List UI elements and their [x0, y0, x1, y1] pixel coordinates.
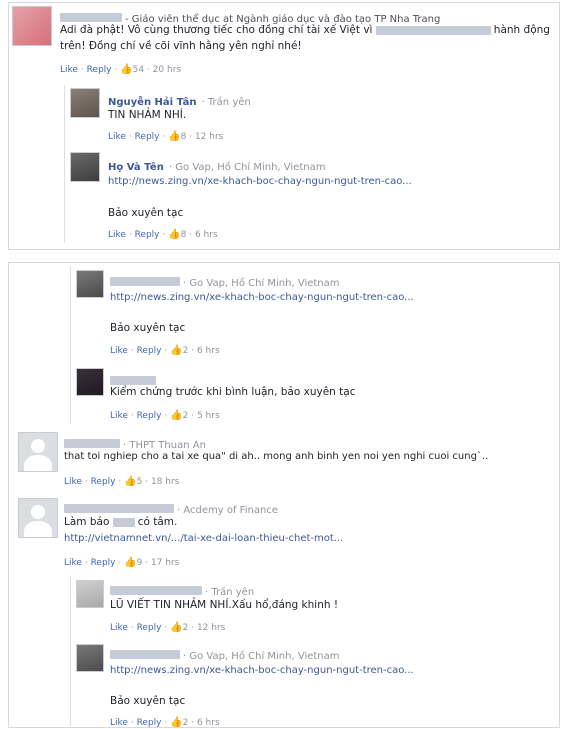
- thread-line: [70, 266, 71, 424]
- like-count: 2: [182, 346, 189, 356]
- reply-button[interactable]: Reply: [91, 558, 116, 568]
- reply-button[interactable]: Reply: [137, 411, 162, 421]
- article-link[interactable]: http://news.zing.vn/xe-khach-boc-chay-ng…: [108, 176, 412, 187]
- avatar[interactable]: [18, 498, 58, 538]
- thread-line: [70, 576, 71, 726]
- comment-text: Adi đà phật! Vô cùng thương tiếc cho đồn…: [60, 24, 373, 36]
- timestamp: 5 hrs: [196, 411, 220, 421]
- reply-button[interactable]: Reply: [137, 623, 162, 633]
- reply-button[interactable]: Reply: [135, 132, 160, 142]
- commenter-meta: · Go Vap, Hồ Chí Minh, Vietnam: [183, 278, 340, 289]
- thread-line: [64, 85, 65, 243]
- like-count: 2: [182, 411, 189, 421]
- blurred-name: [64, 504, 174, 513]
- avatar[interactable]: [18, 432, 58, 472]
- avatar[interactable]: [76, 270, 104, 298]
- avatar[interactable]: [12, 6, 52, 46]
- avatar[interactable]: [70, 88, 100, 118]
- avatar[interactable]: [76, 580, 104, 608]
- thumbs-up-icon: 👍: [170, 410, 183, 421]
- commenter-meta: · Go Vap, Hồ Chí Minh, Vietnam: [168, 162, 326, 173]
- thumbs-up-icon: 👍: [124, 476, 137, 487]
- like-count: 8: [180, 132, 187, 142]
- timestamp: 6 hrs: [196, 346, 220, 356]
- thumbs-up-icon: 👍: [170, 622, 183, 633]
- comment-text: trên! Đồng chí về cõi vĩnh hằng yên nghỉ…: [60, 40, 302, 52]
- comment-text: Làm báo: [64, 516, 110, 528]
- timestamp: 6 hrs: [196, 718, 220, 728]
- like-count: 2: [182, 623, 189, 633]
- timestamp: 17 hrs: [150, 558, 180, 568]
- comment-text: có tâm.: [137, 516, 178, 528]
- comment-text: hành động: [493, 24, 550, 36]
- timestamp: 18 hrs: [150, 477, 180, 487]
- thumbs-up-icon: 👍: [124, 557, 137, 568]
- blurred-name: [60, 13, 122, 22]
- like-button[interactable]: Like: [110, 346, 128, 356]
- like-count: 54: [132, 65, 145, 75]
- reply-button[interactable]: Reply: [137, 718, 162, 728]
- like-count: 8: [180, 230, 187, 240]
- like-button[interactable]: Like: [64, 477, 82, 487]
- blurred-name: [110, 650, 180, 659]
- article-link[interactable]: http://vietnamnet.vn/.../tai-xe-dai-loan…: [64, 533, 343, 544]
- comment-text: Kiểm chứng trước khi bình luận, bảo xuyê…: [110, 386, 356, 398]
- article-link[interactable]: http://news.zing.vn/xe-khach-boc-chay-ng…: [110, 665, 414, 676]
- commenter-meta: · Trần yên: [201, 97, 251, 108]
- avatar[interactable]: [76, 644, 104, 672]
- like-count: 9: [136, 558, 143, 568]
- comment-text: Bảo xuyên tạc: [110, 695, 186, 707]
- thumbs-up-icon: 👍: [120, 64, 133, 75]
- commenter-meta: · Acdemy of Finance: [177, 505, 278, 516]
- like-button[interactable]: Like: [64, 558, 82, 568]
- reply-button[interactable]: Reply: [91, 477, 116, 487]
- commenter-name[interactable]: Họ Và Tên: [108, 162, 164, 173]
- commenter-meta: · Go Vap, Hồ Chí Minh, Vietnam: [183, 651, 340, 662]
- like-count: 5: [136, 477, 143, 487]
- reply-button[interactable]: Reply: [135, 230, 160, 240]
- like-button[interactable]: Like: [110, 623, 128, 633]
- blurred-name: [110, 586, 202, 595]
- like-button[interactable]: Like: [110, 411, 128, 421]
- timestamp: 12 hrs: [196, 623, 226, 633]
- blurred-text: [375, 25, 491, 35]
- thumbs-up-icon: 👍: [170, 345, 183, 356]
- like-button[interactable]: Like: [108, 132, 126, 142]
- avatar[interactable]: [76, 368, 104, 396]
- comment-text: TIN NHẢM NHÍ.: [108, 109, 187, 121]
- blurred-text: [112, 517, 135, 527]
- thumbs-up-icon: 👍: [168, 131, 181, 142]
- comment-text: Bảo xuyên tạc: [110, 322, 186, 334]
- timestamp: 20 hrs: [152, 65, 182, 75]
- like-count: 2: [182, 718, 189, 728]
- thumbs-up-icon: 👍: [168, 229, 181, 240]
- timestamp: 12 hrs: [194, 132, 224, 142]
- like-button[interactable]: Like: [108, 230, 126, 240]
- blurred-name: [64, 439, 120, 448]
- comment-text: LŨ VIẾT TIN NHẢM NHÍ.Xấu hổ,đáng khinh !: [110, 599, 339, 611]
- reply-button[interactable]: Reply: [87, 65, 112, 75]
- avatar[interactable]: [70, 152, 100, 182]
- blurred-name: [110, 277, 180, 286]
- reply-button[interactable]: Reply: [137, 346, 162, 356]
- comment-text: that toi nghiep cho a tai xe qua" di ah.…: [64, 451, 489, 462]
- article-link[interactable]: http://news.zing.vn/xe-khach-boc-chay-ng…: [110, 292, 414, 303]
- comment-text: Bảo xuyên tạc: [108, 207, 184, 219]
- like-button[interactable]: Like: [110, 718, 128, 728]
- thumbs-up-icon: 👍: [170, 717, 183, 728]
- like-button[interactable]: Like: [60, 65, 78, 75]
- timestamp: 6 hrs: [194, 230, 218, 240]
